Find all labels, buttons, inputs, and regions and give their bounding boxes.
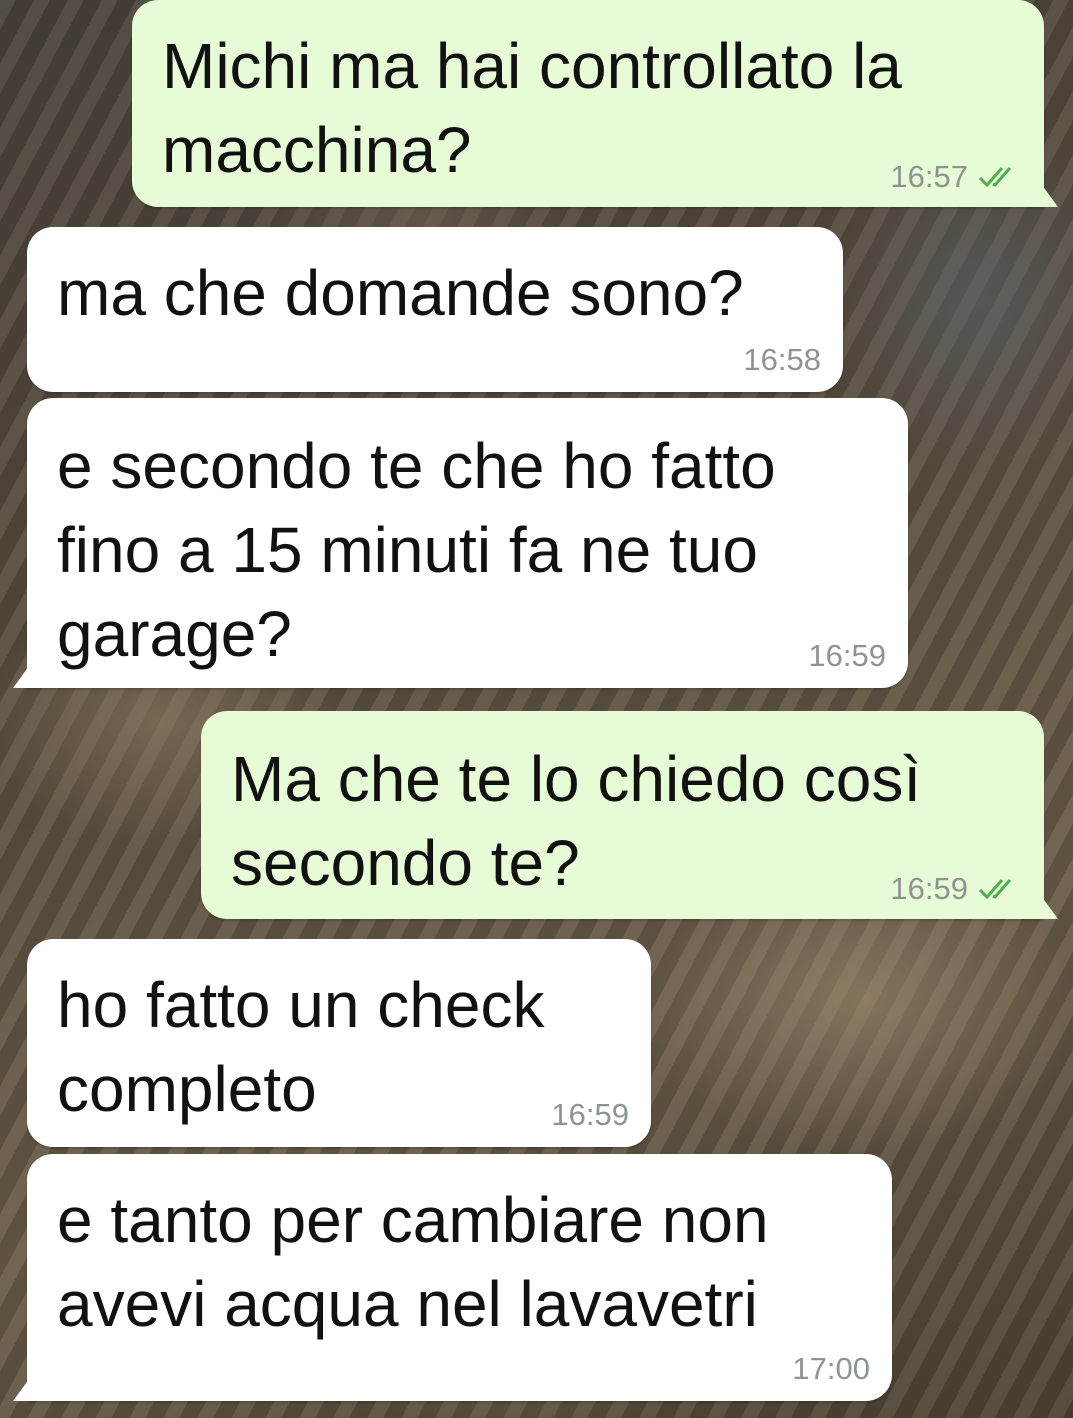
message-meta: 16:57 <box>890 159 1024 195</box>
message-text: e tanto per cambiare non avevi acqua nel… <box>57 1184 769 1340</box>
message-time: 17:00 <box>792 1351 870 1386</box>
message-text: e secondo te che ho fatto fino a 15 minu… <box>57 430 776 670</box>
bubble-tail <box>1042 185 1058 207</box>
message-meta: 17:00 <box>792 1351 870 1387</box>
bubble-tail <box>13 1379 29 1401</box>
message-bubble-incoming[interactable]: ho fatto un check completo 16:59 <box>27 939 651 1147</box>
message-time: 16:59 <box>551 1097 629 1132</box>
message-text: ma che domande sono? <box>57 257 744 329</box>
message-text: Michi ma hai controllato la macchina? <box>162 30 902 186</box>
bubble-tail <box>1042 897 1058 919</box>
message-bubble-incoming[interactable]: e tanto per cambiare non avevi acqua nel… <box>13 1154 892 1401</box>
message-text: ho fatto un check completo <box>57 969 545 1125</box>
message-bubble-outgoing[interactable]: Michi ma hai controllato la macchina? 16… <box>132 0 1058 207</box>
message-meta: 16:59 <box>551 1097 629 1133</box>
message-bubble-incoming[interactable]: ma che domande sono? 16:58 <box>27 227 843 392</box>
double-check-icon <box>978 879 1012 900</box>
message-time: 16:59 <box>808 638 886 673</box>
message-time: 16:58 <box>743 342 821 377</box>
message-meta: 16:59 <box>890 871 1024 907</box>
message-text: Ma che te lo chiedo così secondo te? <box>231 743 922 899</box>
message-bubble-incoming[interactable]: e secondo te che ho fatto fino a 15 minu… <box>13 398 908 688</box>
message-meta: 16:58 <box>743 342 821 378</box>
message-time: 16:57 <box>890 159 968 194</box>
bubble-tail <box>13 666 29 688</box>
double-check-icon <box>978 167 1012 188</box>
message-bubble-outgoing[interactable]: Ma che te lo chiedo così secondo te? 16:… <box>201 711 1058 919</box>
message-list[interactable]: Michi ma hai controllato la macchina? 16… <box>0 0 1073 1418</box>
message-meta: 16:59 <box>808 638 886 674</box>
message-time: 16:59 <box>890 871 968 906</box>
